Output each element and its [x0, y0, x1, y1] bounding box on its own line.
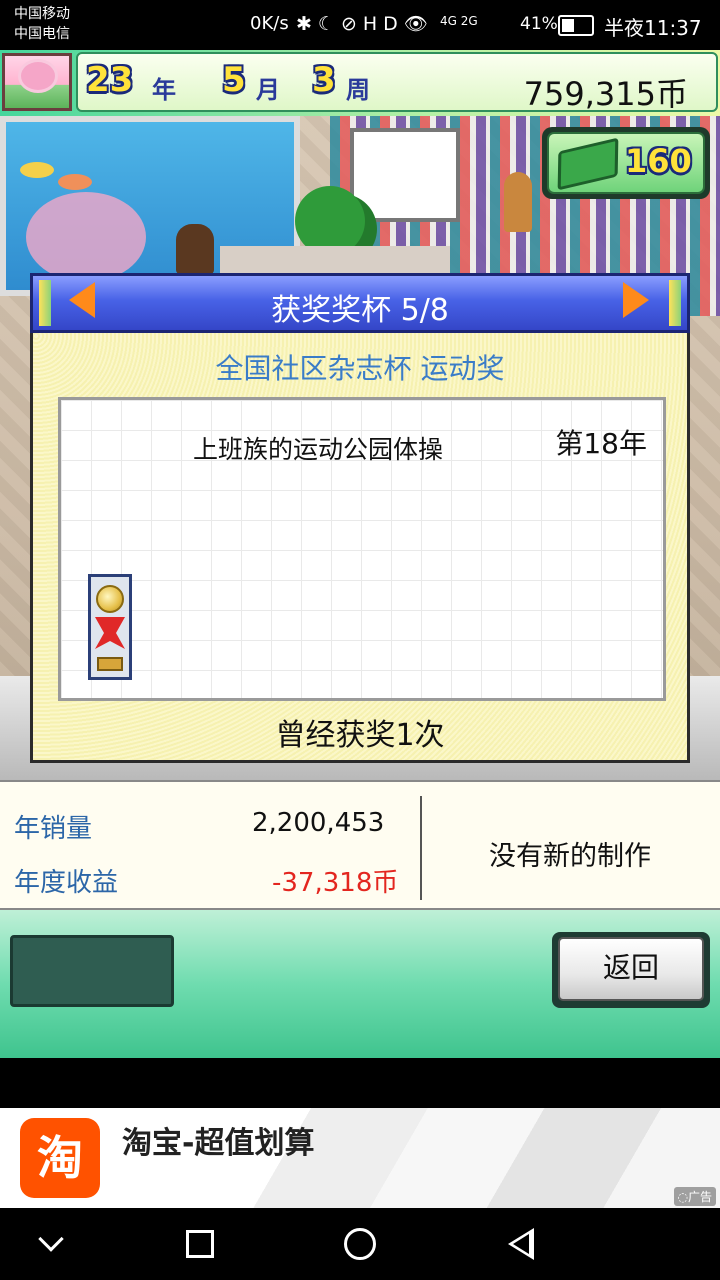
clock: 半夜11:37: [604, 16, 702, 40]
trophy-icon: [88, 574, 132, 680]
trophy-panel-header: 获奖奖杯 5/8: [30, 273, 690, 333]
date-money-bar: 23 年 5 月 3 周 759,315币: [76, 52, 718, 113]
month-number: 5: [222, 60, 246, 100]
top-hud: 23 年 5 月 3 周 759,315币: [0, 50, 720, 116]
trophy-panel-body: 全国社区杂志杯 运动奖 上班族的运动公园体操 第18年 曾经获奖1次: [30, 333, 690, 763]
next-arrow-icon[interactable]: [623, 282, 649, 318]
navigation-bar: [0, 1208, 720, 1280]
ad-title[interactable]: 淘宝-超值划算: [122, 1118, 314, 1162]
back-button-label[interactable]: 返回: [558, 937, 704, 1001]
chevron-down-icon[interactable]: [38, 1226, 64, 1252]
empty-button-slot: [10, 935, 174, 1007]
award-detail-box: 上班族的运动公园体操 第18年: [58, 397, 666, 701]
status-bar: 中国移动 中国电信 0K/s ✱☾⊘HD👁 4G 2G 41% 半夜11:37: [0, 0, 720, 50]
ad-banner[interactable]: 淘 淘宝-超值划算 ◌广告: [0, 1108, 720, 1208]
money-display: 759,315币: [523, 75, 688, 113]
blossom-tree-icon: [21, 62, 55, 90]
ribbon-icon: [95, 617, 125, 649]
battery-icon: [558, 15, 594, 36]
stats-panel: 年销量 2,200,453 年度收益 -37,318币 没有新的制作: [0, 780, 720, 910]
annual-sales-value: 2,200,453: [252, 808, 385, 838]
research-points: 160: [625, 142, 692, 180]
recent-apps-icon[interactable]: [186, 1230, 214, 1258]
net-speed: 0K/s: [250, 13, 289, 34]
carrier-1: 中国移动: [14, 6, 70, 22]
battery-percent: 41%: [520, 14, 558, 34]
whiteboard: [350, 128, 460, 222]
coral-decor: [26, 192, 146, 282]
gold-medal-icon: [96, 585, 124, 613]
spacer: [0, 1058, 720, 1108]
year-unit: 年: [152, 76, 176, 104]
trophy-base: [97, 657, 123, 671]
staff-character: [176, 224, 214, 274]
ad-tag: ◌广告: [673, 1187, 716, 1206]
annual-sales-label: 年销量: [14, 814, 93, 844]
back-button[interactable]: 返回: [552, 932, 710, 1008]
signal-icon: 4G 2G: [440, 14, 478, 28]
wall-clock-icon: [504, 172, 532, 232]
fish-icon: [58, 174, 92, 190]
research-points-badge[interactable]: 160: [542, 127, 710, 199]
annual-revenue-value: -37,318币: [272, 868, 399, 898]
annual-revenue-label: 年度收益: [14, 868, 119, 898]
money-book-icon: [557, 137, 619, 191]
week-unit: 周: [346, 76, 370, 104]
year-number: 23: [86, 60, 134, 100]
award-count: 曾经获奖1次: [275, 718, 445, 753]
award-year: 第18年: [555, 427, 647, 460]
fish-icon: [20, 162, 54, 178]
award-game-title: 上班族的运动公园体操: [193, 435, 444, 464]
button-strip: 返回: [0, 910, 720, 1058]
news-text: 没有新的制作: [489, 841, 651, 872]
home-icon[interactable]: [344, 1228, 376, 1260]
week-number: 3: [312, 60, 336, 100]
status-icons: ✱☾⊘HD👁: [296, 13, 434, 35]
back-triangle-icon[interactable]: [508, 1228, 534, 1260]
carrier-2: 中国电信: [14, 26, 70, 42]
trophy-panel-title: 获奖奖杯 5/8: [271, 293, 449, 328]
taobao-logo-icon[interactable]: 淘: [20, 1118, 100, 1198]
award-name: 全国社区杂志杯 运动奖: [215, 352, 505, 385]
month-unit: 月: [256, 76, 280, 104]
trophy-panel: 获奖奖杯 5/8 全国社区杂志杯 运动奖 上班族的运动公园体操 第18年 曾经获…: [30, 273, 690, 763]
game-thumbnail[interactable]: [2, 53, 72, 111]
